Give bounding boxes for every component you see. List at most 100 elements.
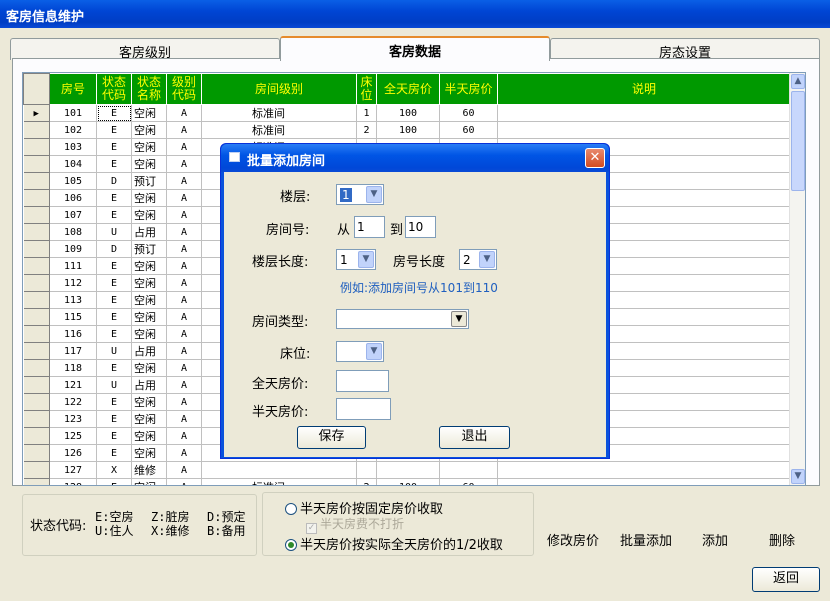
table-cell[interactable]: 2: [356, 478, 377, 485]
table-cell[interactable]: 122: [49, 393, 97, 411]
add-button[interactable]: 添加: [695, 530, 735, 549]
table-cell[interactable]: 109: [49, 240, 97, 258]
table-cell[interactable]: 标准间: [201, 121, 357, 139]
table-cell[interactable]: E: [96, 410, 132, 428]
table-cell[interactable]: 102: [49, 121, 97, 139]
table-cell[interactable]: 107: [49, 206, 97, 224]
table-cell[interactable]: 占用: [131, 223, 167, 241]
half-of-full-price-option[interactable]: 半天房价按实际全天房价的1/2收取: [285, 534, 503, 553]
column-header[interactable]: 状态 名称: [131, 73, 167, 105]
table-cell[interactable]: E: [96, 104, 132, 122]
table-cell[interactable]: E: [96, 478, 132, 485]
table-cell[interactable]: 空闲: [131, 478, 167, 485]
table-cell[interactable]: 空闲: [131, 393, 167, 411]
table-cell[interactable]: 空闲: [131, 359, 167, 377]
chevron-down-icon[interactable]: ▼: [366, 186, 382, 203]
table-cell[interactable]: 空闲: [131, 138, 167, 156]
full-day-price-input[interactable]: [336, 370, 389, 392]
table-cell[interactable]: 空闲: [131, 257, 167, 275]
row-selector[interactable]: [23, 461, 50, 479]
delete-button[interactable]: 删除: [762, 530, 802, 549]
table-cell[interactable]: 1: [356, 104, 377, 122]
table-cell[interactable]: 118: [49, 359, 97, 377]
row-selector[interactable]: [23, 478, 50, 485]
row-selector[interactable]: [23, 189, 50, 207]
table-cell[interactable]: [497, 478, 791, 485]
table-cell[interactable]: A: [166, 104, 202, 122]
table-cell[interactable]: 123: [49, 410, 97, 428]
radio-icon[interactable]: [285, 539, 297, 551]
table-cell[interactable]: E: [96, 274, 132, 292]
table-cell[interactable]: 128: [49, 478, 97, 485]
table-cell[interactable]: E: [96, 155, 132, 173]
row-selector[interactable]: [23, 342, 50, 360]
table-cell[interactable]: E: [96, 308, 132, 326]
table-cell[interactable]: A: [166, 189, 202, 207]
table-cell[interactable]: 60: [439, 104, 498, 122]
grid-scrollbar[interactable]: ▲ ▼: [789, 73, 805, 485]
room-length-select[interactable]: 2 ▼: [459, 249, 497, 270]
table-cell[interactable]: A: [166, 444, 202, 462]
floor-length-select[interactable]: 1 ▼: [336, 249, 376, 270]
table-cell[interactable]: 空闲: [131, 427, 167, 445]
close-icon[interactable]: ✕: [585, 148, 605, 168]
table-cell[interactable]: A: [166, 138, 202, 156]
column-header[interactable]: 床 位: [356, 73, 377, 105]
table-cell[interactable]: 空闲: [131, 444, 167, 462]
scroll-down-icon[interactable]: ▼: [791, 469, 805, 484]
floor-select[interactable]: 1 ▼: [336, 184, 384, 205]
table-cell[interactable]: A: [166, 410, 202, 428]
table-cell[interactable]: 维修: [131, 461, 167, 479]
table-cell[interactable]: E: [96, 427, 132, 445]
row-selector[interactable]: [23, 155, 50, 173]
table-cell[interactable]: 100: [376, 104, 440, 122]
row-selector[interactable]: [23, 257, 50, 275]
scroll-up-icon[interactable]: ▲: [791, 74, 805, 89]
table-cell[interactable]: A: [166, 461, 202, 479]
table-cell[interactable]: 空闲: [131, 104, 167, 122]
scroll-thumb[interactable]: [791, 91, 805, 191]
table-cell[interactable]: A: [166, 342, 202, 360]
table-cell[interactable]: D: [96, 172, 132, 190]
back-button[interactable]: 返回: [752, 567, 820, 592]
chevron-down-icon[interactable]: ▼: [358, 251, 374, 268]
row-selector[interactable]: [23, 359, 50, 377]
row-selector[interactable]: [23, 376, 50, 394]
to-input[interactable]: 10: [405, 216, 436, 238]
chevron-down-icon[interactable]: ▼: [366, 343, 382, 360]
column-header[interactable]: 说明: [497, 73, 791, 105]
row-selector[interactable]: [23, 291, 50, 309]
exit-button[interactable]: 退出: [439, 426, 510, 449]
column-header[interactable]: 房间级别: [201, 73, 357, 105]
half-day-price-input[interactable]: [336, 398, 391, 420]
row-selector[interactable]: [23, 325, 50, 343]
table-cell[interactable]: 100: [376, 121, 440, 139]
table-cell[interactable]: E: [96, 121, 132, 139]
table-cell[interactable]: A: [166, 308, 202, 326]
table-cell[interactable]: E: [96, 325, 132, 343]
table-row[interactable]: 127 X 维修 A: [23, 461, 791, 479]
table-cell[interactable]: 占用: [131, 376, 167, 394]
table-cell[interactable]: 125: [49, 427, 97, 445]
chevron-down-icon[interactable]: ▼: [451, 311, 467, 327]
tab-room-status[interactable]: 房态设置: [550, 38, 820, 61]
row-selector[interactable]: [23, 427, 50, 445]
table-cell[interactable]: 112: [49, 274, 97, 292]
table-cell[interactable]: U: [96, 376, 132, 394]
table-cell[interactable]: U: [96, 342, 132, 360]
table-cell[interactable]: 标准间: [201, 478, 357, 485]
table-cell[interactable]: 空闲: [131, 274, 167, 292]
column-header[interactable]: 级别 代码: [166, 73, 202, 105]
table-cell[interactable]: 104: [49, 155, 97, 173]
table-cell[interactable]: 空闲: [131, 155, 167, 173]
table-cell[interactable]: 空闲: [131, 325, 167, 343]
table-cell[interactable]: A: [166, 376, 202, 394]
table-cell[interactable]: 2: [356, 121, 377, 139]
modify-price-button[interactable]: 修改房价: [543, 530, 603, 549]
table-cell[interactable]: 空闲: [131, 189, 167, 207]
tab-room-levels[interactable]: 客房级别: [10, 38, 280, 61]
row-selector[interactable]: [23, 138, 50, 156]
table-cell[interactable]: E: [96, 444, 132, 462]
table-cell[interactable]: 127: [49, 461, 97, 479]
table-cell[interactable]: 101: [49, 104, 97, 122]
